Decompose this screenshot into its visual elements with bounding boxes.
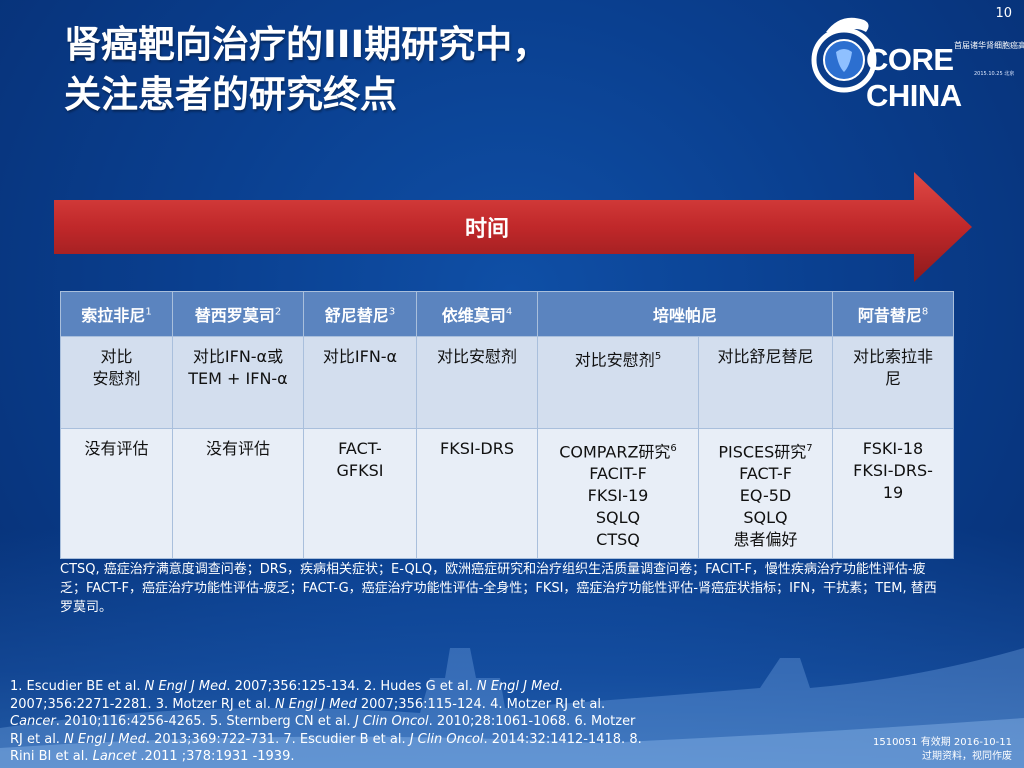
logo-subtitle: 首届诸华肾细胞癌高峰论坛 [954, 41, 1024, 50]
table-header-row: 索拉非尼1 替西罗莫司2 舒尼替尼3 依维莫司4 培唑帕尼 阿昔替尼8 [60, 291, 955, 337]
footer-code-line: 1510051 有效期 2016-10-11 [872, 737, 1012, 748]
abbreviations-note: CTSQ, 癌症治疗满意度调查问卷；DRS，疾病相关症状；E-QLQ，欧洲癌症研… [60, 562, 937, 615]
comparator-cell: 对比索拉非尼 [832, 336, 955, 429]
reference-item: 7. Escudier B et al. J Clin Oncol. 2014:… [283, 731, 630, 747]
pro-tool-cell: 没有评估 [60, 428, 173, 559]
core-china-logo: CORE CHINA 首届诸华肾细胞癌高峰论坛 2015.10.25 北京 [806, 10, 1024, 113]
cell-text: SQLQ [595, 508, 641, 528]
cell-text: FACIT-F [589, 464, 647, 484]
cell-text: 对比IFN-α或 [192, 347, 284, 366]
reference-item: 3. Motzer RJ et al. N Engl J Med 2007;35… [155, 696, 491, 712]
cell-text: PISCES研究7 [718, 442, 813, 462]
reference-item: 5. Sternberg CN et al. J Clin Oncol. 201… [209, 714, 575, 729]
cell-text: 尼 [885, 369, 902, 388]
cell-text: FACT-F [739, 464, 792, 484]
cell-text: FKSI-DRS- [853, 461, 933, 480]
pro-tool-cell: FSKI-18 FKSI-DRS- 19 [832, 428, 955, 559]
header-pazopanib: 培唑帕尼 [536, 291, 834, 337]
cell-text: FKSI-19 [587, 486, 649, 506]
comparator-cell: 对比IFN-α或 TEM + IFN-α [172, 336, 304, 429]
comparator-cell: 对比安慰剂5 [537, 336, 699, 429]
cell-text: 19 [882, 483, 904, 502]
logo-date: 2015.10.25 北京 [974, 71, 1015, 77]
cell-text: 对比安慰剂5 [574, 350, 662, 370]
cell-text: 没有评估 [205, 439, 270, 458]
table-row-comparator: 对比 安慰剂 对比IFN-α或 TEM + IFN-α 对比IFN-α 对比安慰剂 对比安慰… [60, 336, 955, 429]
cell-text: TEM + IFN-α [188, 369, 288, 388]
title-line-2: 关注患者的研究终点 [64, 73, 397, 116]
cell-text: 对比 [100, 347, 133, 366]
endpoints-table: 索拉非尼1 替西罗莫司2 舒尼替尼3 依维莫司4 培唑帕尼 阿昔替尼8 对比 安慰… [60, 291, 955, 559]
cell-text: 没有评估 [84, 439, 149, 458]
title-line-1: 肾癌靶向治疗的III期研究中， [64, 23, 550, 66]
cell-text: 对比舒尼替尼 [717, 347, 814, 366]
comparator-cell: 对比安慰剂 [60, 336, 173, 429]
pro-tool-cell: COMPARZ研究6 FACIT-F FKSI-19 SQLQ CTSQ [537, 428, 699, 559]
references: 1. Escudier BE et al. N Engl J Med. 2007… [10, 678, 650, 766]
logo-text: CORE CHINA [866, 42, 962, 113]
cell-text: SQLQ [743, 508, 788, 528]
cell-text: FKSI-DRS [440, 439, 514, 458]
header-sunitinib: 舒尼替尼3 [303, 291, 417, 337]
slide-title: 肾癌靶向治疗的III期研究中， 关注患者的研究终点 [64, 20, 784, 120]
cell-text: 安慰剂 [92, 369, 141, 388]
pro-tool-cell: FACT- GFKSI [303, 428, 417, 559]
footer-note-line: 过期资料，视同作废 [922, 751, 1012, 762]
cell-text: COMPARZ研究6 [559, 442, 677, 462]
timeline-label: 时间 [464, 217, 509, 242]
pro-tool-cell: FKSI-DRS [416, 428, 538, 559]
cell-text: FSKI-18 [862, 439, 924, 458]
cell-text: GFKSI [336, 461, 384, 480]
pro-tool-cell: PISCES研究7 FACT-F EQ-5D SQLQ 患者偏好 [697, 428, 834, 559]
header-axitinib: 阿昔替尼8 [832, 291, 955, 337]
cell-text: EQ-5D [739, 486, 792, 506]
cell-text: CTSQ [596, 530, 640, 550]
comparator-cell: 对比舒尼替尼 [697, 336, 834, 429]
comparator-cell: 对比安慰剂 [416, 336, 538, 429]
cell-text: 对比IFN-α [322, 347, 398, 366]
footer-code: 1510051 有效期 2016-10-11 过期资料，视同作废 [873, 736, 1012, 764]
pro-tool-cell: 没有评估 [172, 428, 304, 559]
table-row-pro-tools: 没有评估 没有评估 FACT- GFKSI FKSI-DRS COMPARZ研究6 FACI… [60, 428, 955, 559]
reference-item: 1. Escudier BE et al. N Engl J Med. 2007… [10, 679, 364, 694]
comparator-cell: 对比IFN-α [303, 336, 417, 429]
header-temsirolimus: 替西罗莫司2 [172, 291, 304, 337]
header-sorafenib: 索拉非尼1 [60, 291, 173, 337]
cell-text: 患者偏好 [733, 530, 798, 550]
header-everolimus: 依维莫司4 [416, 291, 538, 337]
cell-text: FACT- [338, 439, 382, 458]
cell-text: 对比索拉非 [853, 347, 934, 366]
cell-text: 对比安慰剂 [436, 347, 517, 366]
